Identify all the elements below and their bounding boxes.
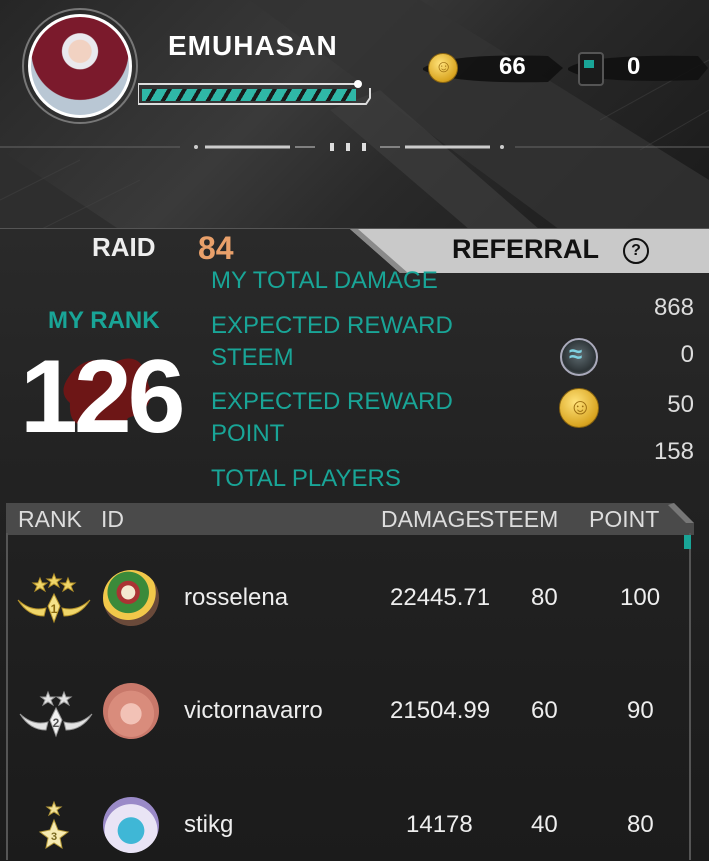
help-icon[interactable]: ? [623, 238, 649, 264]
rank-2-badge-number: 2 [53, 716, 60, 730]
row-damage: 22445.71 [390, 584, 491, 611]
row-username[interactable]: stikg [184, 811, 233, 839]
total-damage-value: 868 [653, 294, 694, 321]
rank-3-badge-number: 3 [51, 831, 57, 843]
total-players-value: 158 [653, 438, 694, 465]
row-avatar[interactable] [103, 570, 159, 626]
row-point: 80 [627, 811, 654, 838]
header-damage[interactable]: DAMAGE [381, 506, 481, 533]
rank-2-badge-icon: 2 [19, 690, 93, 738]
row-steem: 80 [531, 584, 558, 611]
row-damage: 21504.99 [390, 697, 491, 724]
row-point: 90 [627, 697, 654, 724]
reward-point-label-line2: POINT [211, 420, 285, 447]
tab-raid[interactable]: RAID [92, 232, 156, 263]
ticket-balance: 0 [627, 53, 641, 80]
row-steem: 40 [531, 811, 558, 838]
row-damage: 14178 [406, 811, 473, 838]
total-players-label: TOTAL PLAYERS [211, 465, 401, 492]
total-damage-label: MY TOTAL DAMAGE [211, 267, 438, 294]
xp-bar-fill [142, 89, 356, 101]
reward-steem-label-line1: EXPECTED REWARD [211, 312, 453, 339]
username: EMUHASAN [168, 30, 338, 61]
coin-icon [428, 53, 458, 83]
ticket-icon [578, 52, 604, 86]
row-steem: 60 [531, 697, 558, 724]
coin-balance: 66 [499, 53, 526, 80]
reward-steem-label-line2: STEEM [211, 344, 294, 371]
row-username[interactable]: rosselena [184, 584, 288, 612]
scrollbar-thumb[interactable] [684, 535, 691, 549]
currency-brush-background [423, 55, 708, 83]
tab-referral[interactable]: REFERRAL [452, 234, 599, 265]
row-point: 100 [620, 584, 661, 611]
my-rank-value: 126 [20, 339, 186, 455]
header-id[interactable]: ID [101, 506, 124, 533]
raid-number: 84 [198, 230, 234, 266]
rank-3-badge-icon: 3 [38, 800, 70, 850]
reward-point-label-line1: EXPECTED REWARD [211, 388, 453, 415]
row-avatar[interactable] [103, 797, 159, 853]
header-steem[interactable]: STEEM [479, 506, 558, 533]
row-avatar[interactable] [103, 683, 159, 739]
my-rank-label: MY RANK [48, 307, 160, 334]
row-username[interactable]: victornavarro [184, 697, 323, 725]
avatar[interactable] [28, 14, 132, 118]
rank-1-badge-icon: 1 [17, 572, 91, 624]
header-divider [0, 143, 709, 151]
header-rank[interactable]: RANK [18, 506, 82, 533]
reward-point-value: 50 [667, 391, 694, 418]
rank-1-badge-number: 1 [51, 602, 58, 616]
header-point[interactable]: POINT [589, 506, 659, 533]
reward-steem-value: 0 [680, 341, 694, 368]
